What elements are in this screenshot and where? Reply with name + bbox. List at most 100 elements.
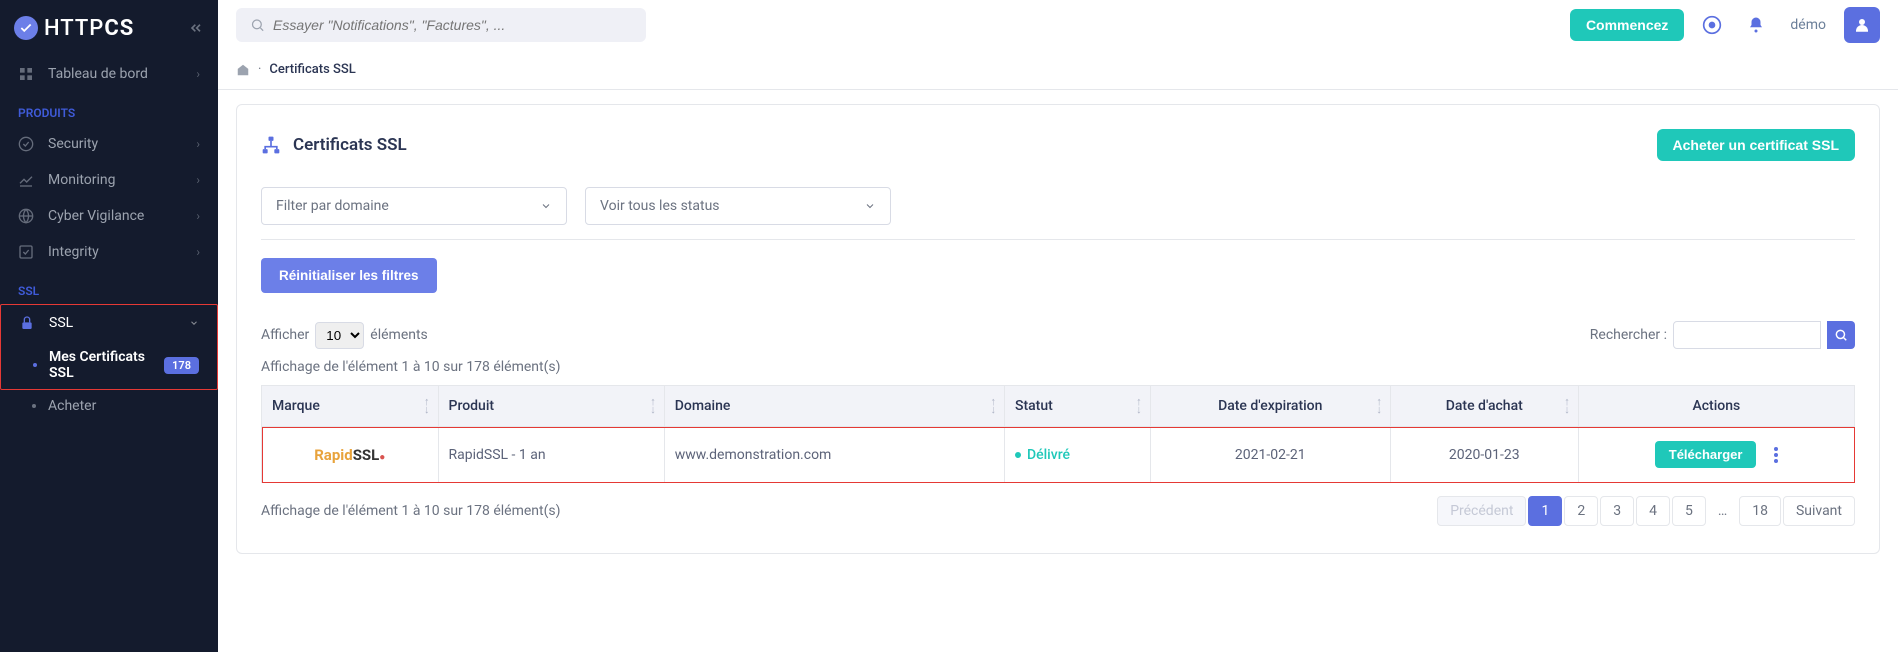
table-info-top: Affichage de l'élément 1 à 10 sur 178 él… bbox=[261, 359, 1855, 375]
buy-cert-button[interactable]: Acheter un certificat SSL bbox=[1657, 129, 1856, 161]
globe-icon bbox=[18, 208, 34, 224]
shield-check-icon bbox=[18, 136, 34, 152]
sidebar-label: Security bbox=[48, 136, 196, 152]
page-next[interactable]: Suivant bbox=[1783, 496, 1855, 526]
sidebar-label: Acheter bbox=[48, 398, 200, 414]
cta-start-button[interactable]: Commencez bbox=[1570, 9, 1684, 41]
sidebar-label: SSL bbox=[49, 315, 189, 331]
page-2[interactable]: 2 bbox=[1564, 496, 1598, 526]
row-menu-icon[interactable] bbox=[1774, 447, 1778, 463]
brand-check-icon bbox=[14, 16, 38, 40]
cell-domain: www.demonstration.com bbox=[664, 427, 1004, 483]
cell-expiry: 2021-02-21 bbox=[1150, 427, 1390, 483]
col-domain[interactable]: Domaine↑↓ bbox=[664, 386, 1004, 427]
page-last[interactable]: 18 bbox=[1739, 496, 1781, 526]
page-4[interactable]: 4 bbox=[1636, 496, 1670, 526]
page-3[interactable]: 3 bbox=[1600, 496, 1634, 526]
reset-filters-button[interactable]: Réinitialiser les filtres bbox=[261, 258, 437, 293]
sidebar-item-monitoring[interactable]: Monitoring › bbox=[0, 162, 218, 198]
avatar[interactable] bbox=[1844, 7, 1880, 43]
help-icon[interactable] bbox=[1702, 15, 1722, 35]
global-search[interactable] bbox=[236, 8, 646, 42]
sort-icon: ↑↓ bbox=[1564, 398, 1570, 414]
sidebar-item-ssl[interactable]: SSL bbox=[1, 305, 217, 341]
sort-icon: ↑↓ bbox=[1376, 398, 1382, 414]
sidebar-section-ssl: SSL bbox=[0, 270, 218, 304]
sidebar-section-products: PRODUITS bbox=[0, 92, 218, 126]
chevron-right-icon: › bbox=[196, 209, 200, 223]
chevron-right-icon: › bbox=[196, 137, 200, 151]
breadcrumb: · Certificats SSL bbox=[218, 50, 1898, 90]
brand-text: HTTPCS bbox=[44, 16, 134, 41]
bell-icon[interactable] bbox=[1746, 15, 1766, 35]
show-label: Afficher bbox=[261, 327, 309, 343]
certificates-table: Marque↑↓ Produit↑↓ Domaine↑↓ Statut↑↓ Da… bbox=[261, 385, 1855, 483]
cell-actions: Télécharger bbox=[1578, 427, 1854, 483]
sort-icon: ↑↓ bbox=[1136, 398, 1142, 414]
sidebar-subitem-buy[interactable]: Acheter bbox=[14, 390, 218, 422]
col-purchase[interactable]: Date d'achat↑↓ bbox=[1390, 386, 1578, 427]
pagination: Précédent 1 2 3 4 5 … 18 Suivant bbox=[1437, 496, 1855, 526]
main-area: Commencez démo · Certificats SSL Certifi… bbox=[218, 0, 1898, 652]
sort-icon: ↑↓ bbox=[650, 398, 656, 414]
table-row: RapidSSL● RapidSSL - 1 an www.demonstrat… bbox=[262, 427, 1855, 483]
table-search-input[interactable] bbox=[1673, 321, 1821, 349]
page-prev[interactable]: Précédent bbox=[1437, 496, 1526, 526]
sidebar-label: Integrity bbox=[48, 244, 196, 260]
bullet-icon bbox=[33, 363, 37, 367]
page-5[interactable]: 5 bbox=[1672, 496, 1706, 526]
rapidssl-logo: RapidSSL● bbox=[314, 446, 385, 464]
page-size-select[interactable]: 10 bbox=[315, 322, 364, 349]
sidebar-label: Mes Certificats SSL bbox=[49, 349, 164, 381]
table-search-button[interactable] bbox=[1827, 321, 1855, 349]
table-info-bottom: Affichage de l'élément 1 à 10 sur 178 él… bbox=[261, 503, 561, 519]
sort-icon: ↑↓ bbox=[424, 398, 430, 414]
chevron-down-icon bbox=[540, 200, 552, 212]
sidebar-label: Monitoring bbox=[48, 172, 196, 188]
sidebar-item-dashboard[interactable]: Tableau de bord › bbox=[0, 56, 218, 92]
page-ellipsis: … bbox=[1708, 497, 1737, 525]
content-card: Certificats SSL Acheter un certificat SS… bbox=[236, 104, 1880, 554]
search-icon bbox=[250, 17, 265, 33]
cert-count-badge: 178 bbox=[164, 357, 199, 374]
home-icon[interactable] bbox=[236, 63, 250, 77]
page-1[interactable]: 1 bbox=[1528, 496, 1562, 526]
chevron-right-icon: › bbox=[196, 245, 200, 259]
chevron-down-icon bbox=[864, 200, 876, 212]
sidebar-label: Tableau de bord bbox=[48, 66, 196, 82]
col-status[interactable]: Statut↑↓ bbox=[1004, 386, 1150, 427]
col-product[interactable]: Produit↑↓ bbox=[438, 386, 664, 427]
lock-icon bbox=[19, 315, 35, 331]
chevron-down-icon bbox=[189, 318, 199, 328]
chevron-right-icon: › bbox=[196, 67, 200, 81]
search-input[interactable] bbox=[273, 17, 632, 33]
check-box-icon bbox=[18, 244, 34, 260]
sidebar-subitem-my-certs[interactable]: Mes Certificats SSL 178 bbox=[15, 341, 217, 389]
search-label: Rechercher : bbox=[1590, 327, 1667, 343]
col-brand[interactable]: Marque↑↓ bbox=[262, 386, 439, 427]
col-actions: Actions bbox=[1578, 386, 1854, 427]
dashboard-icon bbox=[18, 66, 34, 82]
elements-label: éléments bbox=[370, 327, 428, 343]
cell-brand: RapidSSL● bbox=[262, 427, 439, 483]
topbar: Commencez démo bbox=[218, 0, 1898, 50]
cell-product: RapidSSL - 1 an bbox=[438, 427, 664, 483]
sidebar: HTTPCS Tableau de bord › PRODUITS Securi… bbox=[0, 0, 218, 652]
filter-status-select[interactable]: Voir tous les status bbox=[585, 187, 891, 225]
sort-icon: ↑↓ bbox=[990, 398, 996, 414]
chevron-right-icon: › bbox=[196, 173, 200, 187]
status-dot-icon bbox=[1015, 452, 1021, 458]
sidebar-item-security[interactable]: Security › bbox=[0, 126, 218, 162]
download-button[interactable]: Télécharger bbox=[1655, 441, 1757, 468]
chart-icon bbox=[18, 172, 34, 188]
cell-purchase: 2020-01-23 bbox=[1390, 427, 1578, 483]
sidebar-collapse-icon[interactable] bbox=[188, 20, 204, 36]
brand-logo[interactable]: HTTPCS bbox=[14, 16, 134, 41]
filter-domain-select[interactable]: Filter par domaine bbox=[261, 187, 567, 225]
col-expiry[interactable]: Date d'expiration↑↓ bbox=[1150, 386, 1390, 427]
user-name: démo bbox=[1790, 17, 1826, 33]
page-title: Certificats SSL bbox=[261, 135, 407, 155]
breadcrumb-current: Certificats SSL bbox=[269, 62, 355, 77]
sidebar-item-integrity[interactable]: Integrity › bbox=[0, 234, 218, 270]
sidebar-item-cyber[interactable]: Cyber Vigilance › bbox=[0, 198, 218, 234]
